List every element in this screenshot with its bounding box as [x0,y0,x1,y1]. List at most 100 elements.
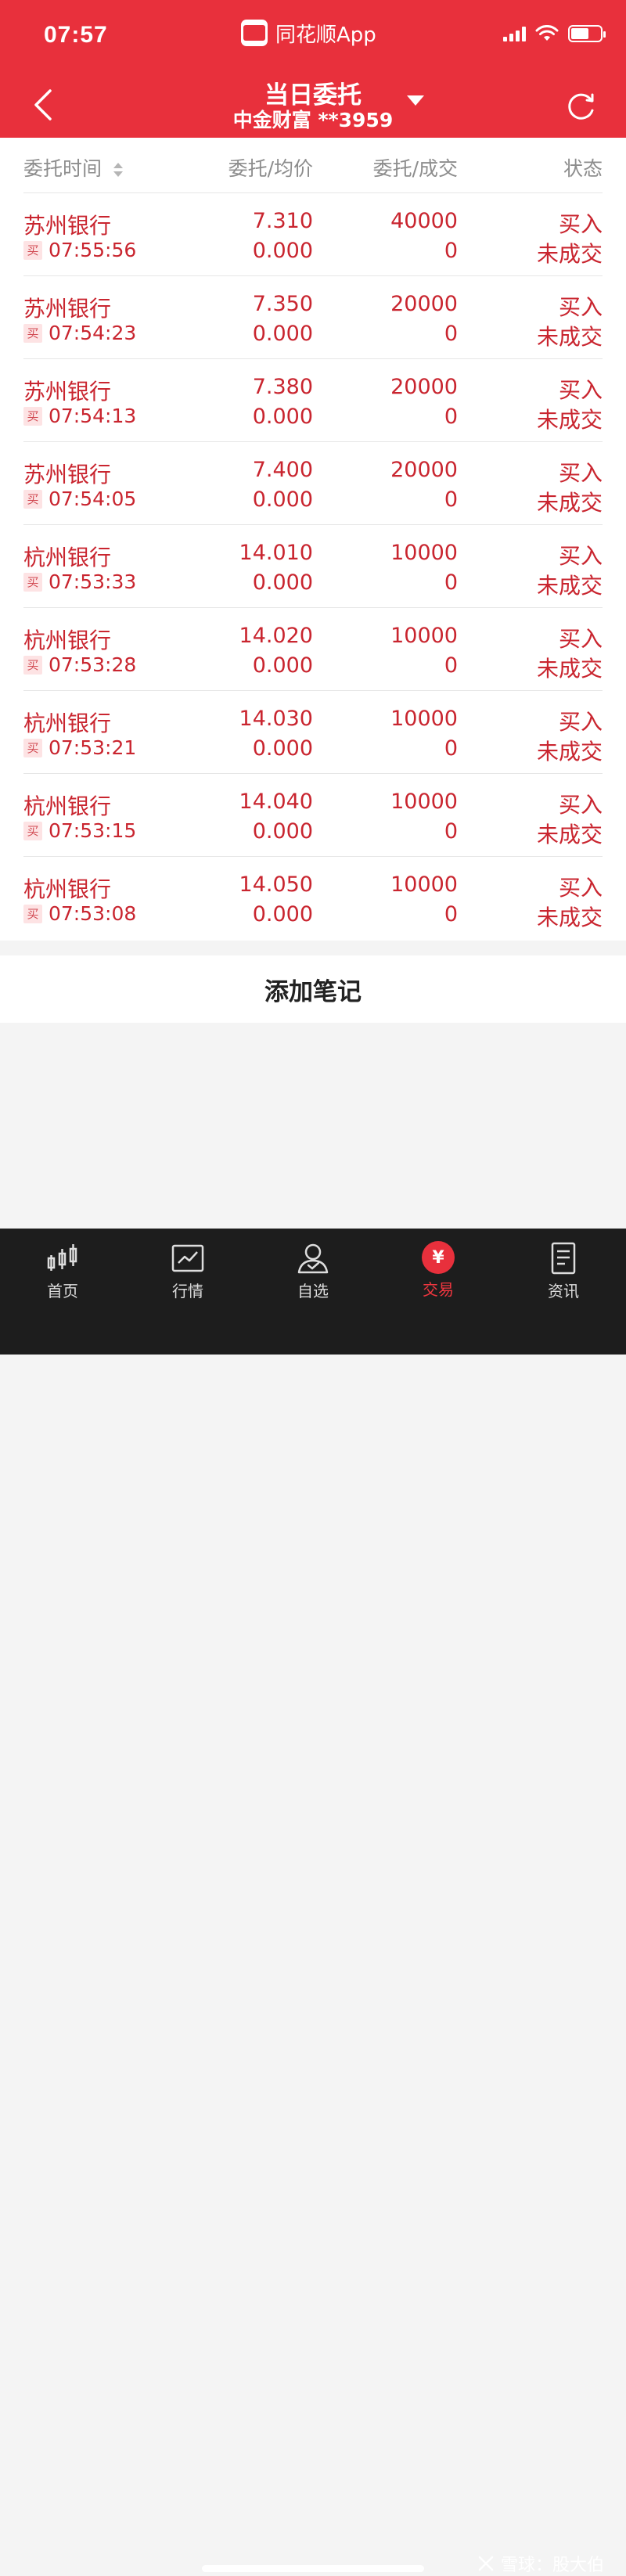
order-quantity: 10000 [390,541,458,565]
side-tag: 买 [23,904,42,923]
order-time-group: 买 07:53:21 [23,736,136,759]
stock-name: 杭州银行 [23,876,112,902]
order-time: 07:53:28 [49,653,137,676]
stock-name: 杭州银行 [23,711,112,736]
user-icon [297,1243,329,1274]
filled-quantity: 0 [444,322,458,346]
order-row[interactable]: 苏州银行买 07:54:05 7.400 0.000 20000 0 买入 未成交 [23,442,603,525]
app-name: 同花顺App [275,23,376,47]
side-tag: 买 [23,655,42,675]
order-time: 07:53:33 [49,570,137,593]
order-time: 07:53:15 [49,819,137,842]
order-time: 07:54:13 [49,405,137,427]
order-row[interactable]: 杭州银行买 07:53:33 14.010 0.000 10000 0 买入 未成交 [23,525,603,608]
side-tag: 买 [23,323,42,343]
order-time: 07:53:08 [49,902,137,925]
tab-home[interactable]: 首页 [23,1236,102,1301]
watermark: 雪球：股大伯 [477,2551,604,2576]
order-time: 07:54:05 [49,487,137,510]
order-status: 未成交 [536,241,603,267]
refresh-button[interactable] [565,89,598,122]
order-quantity: 10000 [390,624,458,648]
order-quantity: 10000 [390,872,458,897]
order-time-group: 买 07:53:15 [23,819,136,842]
filled-quantity: 0 [444,487,458,512]
average-price: 0.000 [252,736,313,761]
filled-quantity: 0 [444,239,458,263]
home-indicator[interactable] [202,2565,424,2572]
tab-trade[interactable]: ¥ 交易 [399,1236,477,1300]
battery-icon [568,25,606,42]
order-price: 7.350 [252,292,313,316]
order-price: 14.050 [239,872,313,897]
wifi-icon [535,25,559,41]
average-price: 0.000 [252,405,313,429]
order-direction: 买入 [558,543,603,569]
order-direction: 买入 [558,709,603,735]
filled-quantity: 0 [444,902,458,926]
order-list: 委托时间 委托/均价 委托/成交 状态 苏州银行买 07:55:56 7.310 0.… [0,138,626,941]
app-badge[interactable]: 同花顺App [241,19,376,47]
order-status: 未成交 [536,739,603,765]
column-status: 状态 [563,157,603,180]
chevron-down-icon[interactable] [407,95,424,106]
filled-quantity: 0 [444,653,458,678]
order-time-group: 买 07:54:05 [23,487,136,510]
order-direction: 买入 [558,460,603,486]
add-note-button[interactable]: 添加笔记 [0,955,626,1023]
order-status: 未成交 [536,324,603,350]
average-price: 0.000 [252,487,313,512]
order-direction: 买入 [558,626,603,652]
order-row[interactable]: 杭州银行买 07:53:08 14.050 0.000 10000 0 买入 未成交 [23,857,603,939]
order-direction: 买入 [558,792,603,818]
order-row[interactable]: 苏州银行买 07:54:13 7.380 0.000 20000 0 买入 未成交 [23,359,603,442]
order-row[interactable]: 杭州银行买 07:53:21 14.030 0.000 10000 0 买入 未成交 [23,691,603,774]
stock-name: 杭州银行 [23,793,112,819]
account-subtitle[interactable]: 中金财富 **3959 [0,105,626,133]
stock-name: 苏州银行 [23,213,112,239]
side-tag: 买 [23,821,42,840]
average-price: 0.000 [252,653,313,678]
stock-name: 杭州银行 [23,545,112,570]
side-tag: 买 [23,240,42,260]
order-direction: 买入 [558,294,603,320]
order-time-group: 买 07:53:28 [23,653,136,676]
candlestick-icon [47,1244,77,1271]
order-price: 14.010 [239,541,313,565]
order-time-group: 买 07:53:08 [23,902,136,925]
average-price: 0.000 [252,570,313,595]
order-quantity: 20000 [390,375,458,399]
order-status: 未成交 [536,573,603,599]
column-time[interactable]: 委托时间 [23,153,124,182]
document-icon [551,1242,576,1275]
average-price: 0.000 [252,902,313,926]
tab-market[interactable]: 行情 [149,1236,227,1301]
order-price: 7.380 [252,375,313,399]
tab-news[interactable]: 资讯 [524,1236,603,1301]
column-quantity: 委托/成交 [372,157,458,180]
tab-watchlist[interactable]: 自选 [274,1236,352,1301]
side-tag: 买 [23,406,42,426]
status-time: 07:57 [44,22,108,48]
order-price: 14.040 [239,790,313,814]
order-quantity: 40000 [390,209,458,233]
yen-icon: ¥ [422,1241,455,1274]
column-price: 委托/均价 [228,157,313,180]
order-price: 14.030 [239,707,313,731]
order-price: 14.020 [239,624,313,648]
order-row[interactable]: 苏州银行买 07:54:23 7.350 0.000 20000 0 买入 未成交 [23,276,603,359]
average-price: 0.000 [252,322,313,346]
app-logo-icon [241,20,268,46]
order-time-group: 买 07:55:56 [23,239,136,261]
order-time: 07:55:56 [49,239,137,261]
order-row[interactable]: 杭州银行买 07:53:15 14.040 0.000 10000 0 买入 未成交 [23,774,603,857]
order-time: 07:54:23 [49,322,137,344]
order-time-group: 买 07:54:13 [23,405,136,427]
stock-name: 苏州银行 [23,296,112,322]
order-row[interactable]: 苏州银行买 07:55:56 7.310 0.000 40000 0 买入 未成交 [23,193,603,276]
order-row[interactable]: 杭州银行买 07:53:28 14.020 0.000 10000 0 买入 未成交 [23,608,603,691]
order-price: 7.400 [252,458,313,482]
order-direction: 买入 [558,377,603,403]
order-quantity: 20000 [390,458,458,482]
order-price: 7.310 [252,209,313,233]
